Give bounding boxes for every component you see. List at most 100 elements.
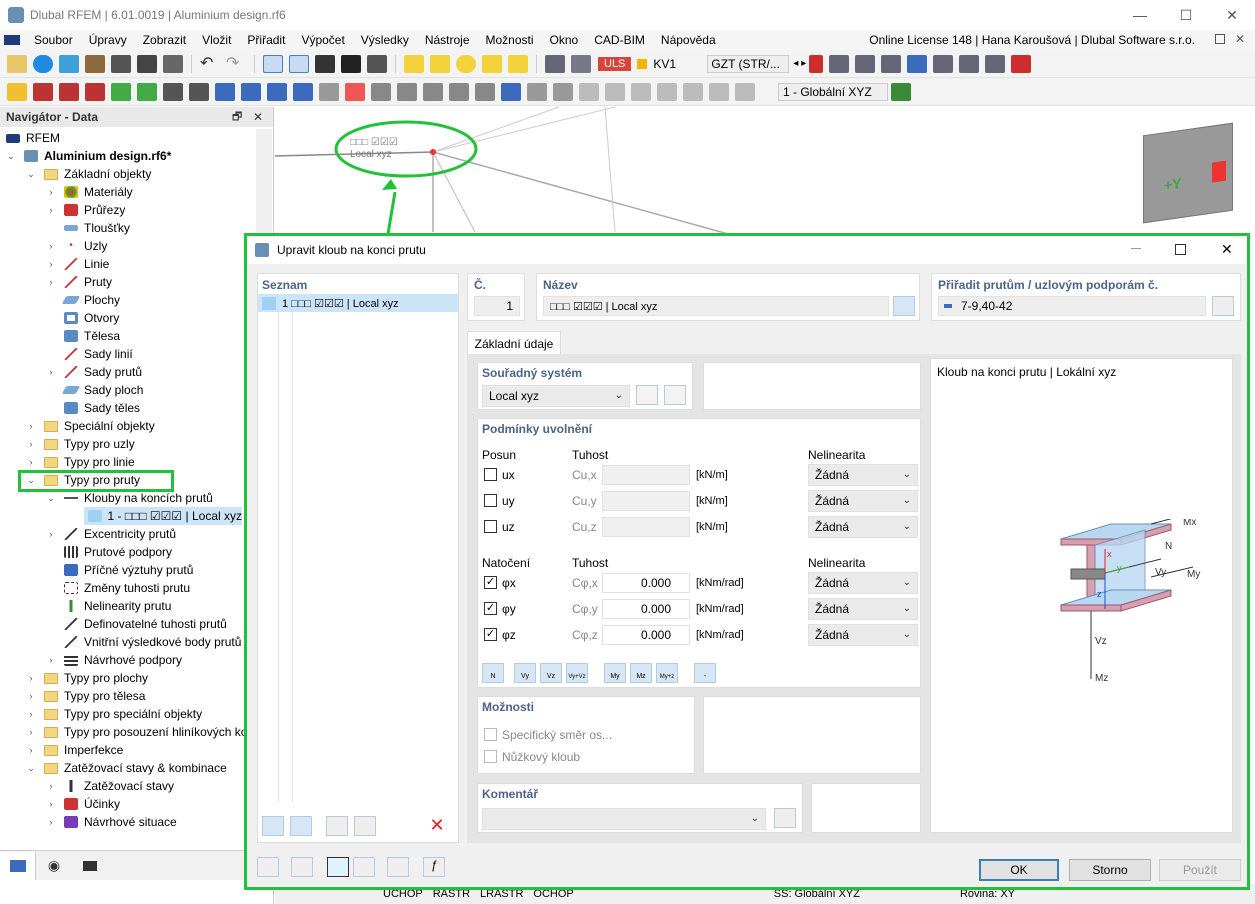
chevron-right-icon[interactable]: › — [46, 259, 56, 269]
view-icon-5[interactable] — [319, 82, 339, 101]
specific-axis-checkbox[interactable] — [484, 728, 497, 741]
grid-icon[interactable] — [891, 82, 911, 101]
menu-priradit[interactable]: Přiřadit — [239, 33, 293, 47]
copy-item-icon[interactable] — [290, 816, 312, 836]
units-icon[interactable] — [291, 857, 313, 877]
tree-item-uzly[interactable]: › • Uzly — [46, 237, 108, 255]
tree-item-vysledkove-body[interactable]: Vnitřní výsledkové body prutů — [64, 633, 241, 651]
pin-icon[interactable]: 🗗 — [232, 108, 242, 127]
tree-item-zakladni-objekty[interactable]: ⌄ Základní objekty — [26, 165, 151, 183]
tree-item-excentricity[interactable]: › Excentricity prutů — [46, 525, 177, 543]
filter-view-icon[interactable] — [501, 82, 521, 101]
model-icon[interactable] — [59, 54, 79, 73]
chevron-down-icon[interactable]: ⌄ — [6, 151, 16, 162]
uz-nonlinearity-select[interactable]: Žádná ⌄ — [808, 516, 918, 538]
view-icon-7[interactable] — [371, 82, 391, 101]
tree-item-sady-teles[interactable]: Sady těles — [64, 399, 140, 417]
undo-icon[interactable]: ↶ — [200, 55, 220, 73]
dialog-maximize-icon[interactable] — [1175, 244, 1186, 255]
calc-icon[interactable] — [367, 54, 387, 73]
chevron-right-icon[interactable]: › — [46, 799, 56, 809]
tree-item-typy-hlinik[interactable]: › Typy pro posouzení hliníkových ko — [26, 723, 248, 741]
display-icon-2[interactable] — [855, 54, 876, 73]
menu-napoveda[interactable]: Nápověda — [653, 33, 724, 47]
chevron-right-icon[interactable]: › — [46, 817, 56, 827]
phiz-checkbox[interactable]: ✓ — [484, 628, 497, 641]
view-cube[interactable]: +Y — [1143, 122, 1233, 224]
navigator-toggle-icon[interactable] — [263, 54, 283, 73]
menu-okno[interactable]: Okno — [542, 33, 587, 47]
chevron-right-icon[interactable]: › — [46, 241, 56, 251]
delete-item-icon[interactable]: ✕ — [426, 816, 448, 836]
render-icon-2[interactable] — [430, 54, 450, 73]
cphiz-input[interactable]: 0.000 — [602, 625, 690, 645]
quick-vy-button[interactable]: Vy — [514, 663, 536, 683]
chevron-right-icon[interactable]: › — [26, 673, 36, 683]
tree-item-prutove-podpory[interactable]: Prutové podpory — [64, 543, 172, 561]
view-icon-11[interactable] — [475, 82, 495, 101]
member-icon[interactable] — [59, 82, 79, 101]
deactivate-icon[interactable] — [1011, 54, 1032, 73]
quick-myz-button[interactable]: My+z — [656, 663, 678, 683]
filter-icon[interactable] — [809, 54, 824, 73]
check-icon[interactable] — [326, 816, 348, 836]
chevron-down-icon[interactable]: ⌄ — [26, 169, 36, 180]
tree-item-ucinky[interactable]: › Účinky — [46, 795, 121, 813]
tree-item-tloustky[interactable]: Tloušťky — [64, 219, 130, 237]
view-icon-17[interactable] — [657, 82, 677, 101]
cphiy-input[interactable]: 0.000 — [602, 599, 690, 619]
chevron-right-icon[interactable]: › — [26, 709, 36, 719]
prev-next-arrows[interactable]: ◂ ▸ — [793, 58, 806, 69]
menu-soubor[interactable]: Soubor — [26, 33, 81, 47]
select-graphic-icon[interactable] — [353, 857, 375, 877]
data-tab-icon[interactable] — [0, 851, 36, 880]
view-icon-19[interactable] — [709, 82, 729, 101]
tree-item-pricne-vyztuhy[interactable]: Příčné výztuhy prutů — [64, 561, 193, 579]
print-icon[interactable] — [137, 54, 157, 73]
chevron-right-icon[interactable]: › — [46, 367, 56, 377]
tree-item-sady-ploch[interactable]: Sady ploch — [61, 381, 143, 399]
view-icon-1[interactable] — [215, 82, 235, 101]
table-toggle-icon[interactable] — [289, 54, 309, 73]
results-icon[interactable] — [545, 54, 565, 73]
phix-checkbox[interactable]: ✓ — [484, 576, 497, 589]
formula-icon[interactable]: ƒ — [423, 857, 445, 877]
chevron-right-icon[interactable]: › — [46, 187, 56, 197]
view-icon-8[interactable] — [397, 82, 417, 101]
apply-button[interactable]: Použít — [1159, 859, 1241, 881]
tree-item-rfem[interactable]: RFEM — [6, 129, 60, 147]
phix-nonlinearity-select[interactable]: Žádná ⌄ — [808, 572, 918, 594]
report-icon[interactable] — [163, 54, 183, 73]
quick-my-button[interactable]: My — [604, 663, 626, 683]
comment-input[interactable]: ⌄ — [482, 808, 766, 830]
results-icon-2[interactable] — [571, 54, 591, 73]
tree-item-hinge-1[interactable]: 1 - □□□ ☑☑☑ | Local xyz — [84, 507, 242, 525]
tree-item-specialni-objekty[interactable]: › Speciální objekty — [26, 417, 155, 435]
display-icon-1[interactable] — [829, 54, 850, 73]
close-button[interactable]: ✕ — [1209, 0, 1255, 30]
tree-item-typy-telesa[interactable]: › Typy pro tělesa — [26, 687, 146, 705]
dimension-icon[interactable] — [163, 82, 183, 101]
chevron-right-icon[interactable]: › — [46, 529, 56, 539]
chevron-down-icon[interactable]: ⌄ — [26, 763, 36, 774]
color-swatch-button[interactable] — [327, 857, 349, 877]
tree-item-navrhove-podpory[interactable]: › Návrhové podpory — [46, 651, 183, 669]
menu-cad-bim[interactable]: CAD-BIM — [586, 33, 653, 47]
cphix-input[interactable]: 0.000 — [602, 573, 690, 593]
assign-field[interactable]: 7-9,40-42 — [938, 296, 1206, 316]
view-icon-16[interactable] — [631, 82, 651, 101]
dialog-close-icon[interactable]: ✕ — [1221, 241, 1233, 258]
view-icon-13[interactable] — [553, 82, 573, 101]
tree-item-typy-specialni[interactable]: › Typy pro speciální objekty — [26, 705, 203, 723]
rfem-menu-icon[interactable] — [4, 35, 20, 45]
display-icon-6[interactable] — [959, 54, 980, 73]
open-icon[interactable] — [85, 54, 105, 73]
uy-checkbox[interactable] — [484, 494, 497, 507]
view-icon[interactable] — [387, 857, 409, 877]
ux-nonlinearity-select[interactable]: Žádná ⌄ — [808, 464, 918, 486]
uncheck-icon[interactable] — [354, 816, 376, 836]
tree-item-definovatelne-tuhosti[interactable]: Definovatelné tuhosti prutů — [64, 615, 227, 633]
menu-zobrazit[interactable]: Zobrazit — [135, 33, 194, 47]
tree-item-klouby[interactable]: ⌄ Klouby na koncích prutů — [46, 489, 213, 507]
tree-item-zmeny-tuhosti[interactable]: Změny tuhosti prutu — [64, 579, 190, 597]
